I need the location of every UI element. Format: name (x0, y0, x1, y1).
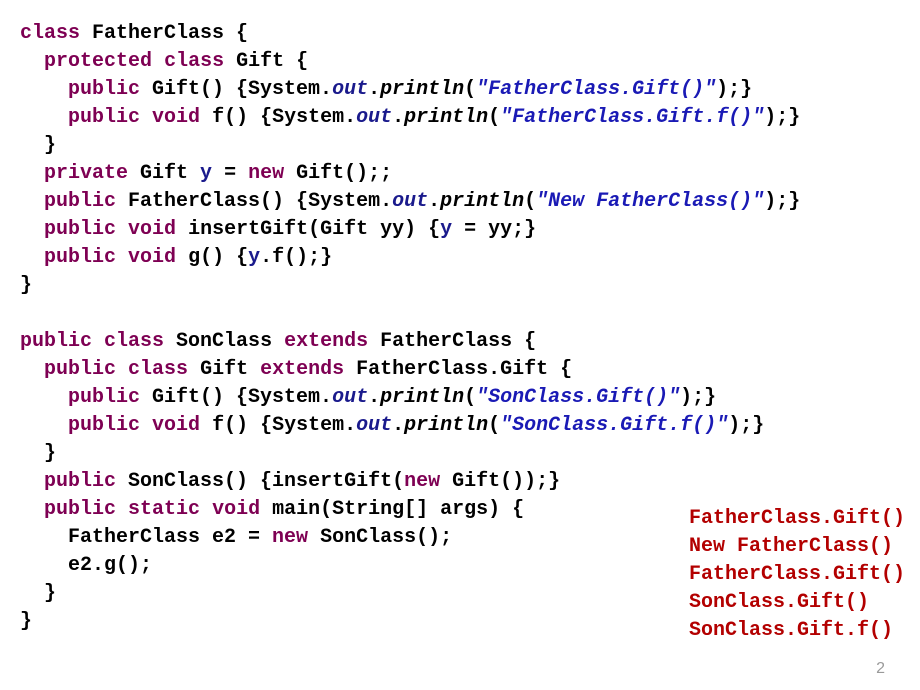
keyword: public (68, 386, 140, 409)
code-text: SonClass() {insertGift( (116, 470, 404, 493)
code-text: insertGift(Gift yy) { (176, 218, 440, 241)
code-text: Gift());} (440, 470, 560, 493)
code-text: );} (728, 414, 764, 437)
code-text: FatherClass { (368, 330, 536, 353)
keyword: public (68, 106, 140, 129)
code-text: . (392, 106, 404, 129)
code-text: g() { (176, 246, 248, 269)
code-text: ( (464, 386, 476, 409)
keyword: new (248, 162, 284, 185)
code-text: FatherClass() {System. (116, 190, 392, 213)
keyword: static (128, 498, 200, 521)
string-literal: "SonClass.Gift.f()" (500, 414, 728, 437)
keyword: void (152, 414, 200, 437)
string-literal: "FatherClass.Gift.f()" (500, 106, 764, 129)
output-line: FatherClass.Gift() (689, 563, 905, 586)
code-text: FatherClass { (80, 22, 248, 45)
keyword: void (128, 218, 176, 241)
keyword: private (44, 162, 128, 185)
field-ref: out (356, 414, 392, 437)
code-text: Gift() {System. (140, 386, 332, 409)
code-text: . (428, 190, 440, 213)
code-text: ( (524, 190, 536, 213)
method-call: println (380, 78, 464, 101)
code-text: Gift (128, 162, 200, 185)
code-text: Gift { (224, 50, 308, 73)
code-text: f() {System. (200, 414, 356, 437)
code-text: FatherClass e2 = (20, 526, 272, 549)
keyword: class (104, 330, 164, 353)
code-text: Gift (188, 358, 260, 381)
field-ref: out (332, 386, 368, 409)
code-text: } (20, 274, 32, 297)
method-call: println (440, 190, 524, 213)
keyword: public (68, 78, 140, 101)
output-line: SonClass.Gift() (689, 591, 869, 614)
code-text: );} (680, 386, 716, 409)
keyword: class (128, 358, 188, 381)
field-ref: y (248, 246, 260, 269)
code-text: f() {System. (200, 106, 356, 129)
code-text: Gift();; (284, 162, 392, 185)
method-call: println (404, 106, 488, 129)
keyword: public (44, 246, 116, 269)
code-text: } (20, 582, 56, 605)
code-text: = (212, 162, 248, 185)
keyword: public (20, 330, 92, 353)
field-ref: y (200, 162, 212, 185)
output-line: SonClass.Gift.f() (689, 619, 893, 642)
code-text: . (368, 386, 380, 409)
output-line: FatherClass.Gift() (689, 507, 905, 530)
keyword: public (44, 190, 116, 213)
field-ref: out (356, 106, 392, 129)
field-ref: out (332, 78, 368, 101)
code-text: } (20, 610, 32, 633)
keyword: public (44, 498, 116, 521)
code-text: );} (716, 78, 752, 101)
code-text: ( (488, 414, 500, 437)
code-text: FatherClass.Gift { (344, 358, 572, 381)
code-text: SonClass(); (308, 526, 452, 549)
code-text: } (20, 134, 56, 157)
page-number: 2 (876, 658, 885, 680)
keyword: new (272, 526, 308, 549)
keyword: public (44, 358, 116, 381)
code-text: e2.g(); (20, 554, 152, 577)
code-text: SonClass (164, 330, 284, 353)
code-text: );} (764, 190, 800, 213)
keyword: public (44, 218, 116, 241)
output-line: New FatherClass() (689, 535, 893, 558)
code-text: .f();} (260, 246, 332, 269)
code-text: main(String[] args) { (260, 498, 524, 521)
code-text: = yy;} (452, 218, 536, 241)
code-text: . (368, 78, 380, 101)
code-text: } (20, 442, 56, 465)
method-call: println (404, 414, 488, 437)
keyword: new (404, 470, 440, 493)
field-ref: out (392, 190, 428, 213)
keyword: void (212, 498, 260, 521)
code-text: ( (464, 78, 476, 101)
string-literal: "SonClass.Gift()" (476, 386, 680, 409)
program-output: FatherClass.Gift() New FatherClass() Fat… (689, 505, 905, 645)
code-text: Gift() {System. (140, 78, 332, 101)
keyword: protected (44, 50, 152, 73)
keyword: class (20, 22, 80, 45)
keyword: public (44, 470, 116, 493)
field-ref: y (440, 218, 452, 241)
string-literal: "FatherClass.Gift()" (476, 78, 716, 101)
code-text: );} (764, 106, 800, 129)
code-text: . (392, 414, 404, 437)
keyword: extends (284, 330, 368, 353)
keyword: void (152, 106, 200, 129)
keyword: void (128, 246, 176, 269)
code-text: ( (488, 106, 500, 129)
method-call: println (380, 386, 464, 409)
string-literal: "New FatherClass()" (536, 190, 764, 213)
keyword: class (164, 50, 224, 73)
keyword: public (68, 414, 140, 437)
keyword: extends (260, 358, 344, 381)
